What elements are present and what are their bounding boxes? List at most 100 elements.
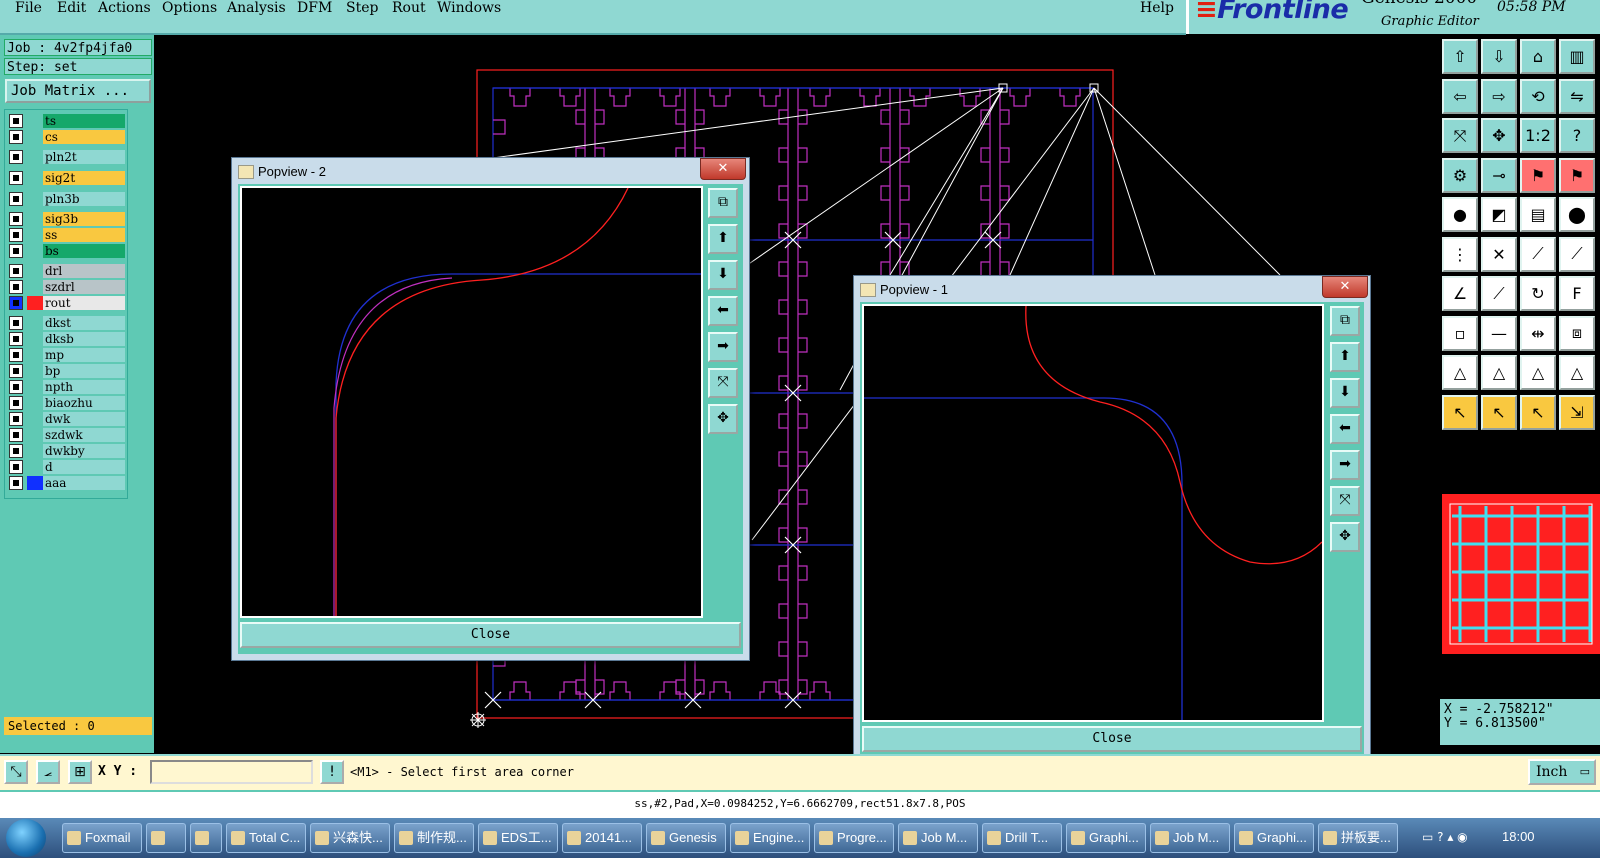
zoom-area-icon[interactable]: ⤡ [4, 760, 28, 784]
menu-edit[interactable]: Edit [57, 0, 86, 16]
layer-color-swatch[interactable] [27, 244, 43, 258]
menu-analysis[interactable]: Analysis [227, 0, 286, 16]
layer-row-sig3b[interactable]: sig3b [9, 212, 125, 226]
snap-icon[interactable]: ⊸ [1481, 157, 1517, 193]
layer-name[interactable]: dksb [43, 332, 125, 346]
layer-checkbox[interactable] [9, 192, 23, 206]
layer-color-swatch[interactable] [27, 380, 43, 394]
grid-icon[interactable]: ⊞ [68, 760, 92, 784]
layer-row-cs[interactable]: cs [9, 130, 125, 144]
help-icon[interactable]: ? [1559, 118, 1595, 153]
dash-icon[interactable]: — [1481, 315, 1517, 351]
layer-name[interactable]: pln2t [43, 150, 125, 164]
popview-2-pan-down-icon[interactable]: ⬇ [708, 260, 738, 290]
popview-1-pan-left-icon[interactable]: ⬅ [1330, 414, 1360, 444]
layer-checkbox[interactable] [9, 228, 23, 242]
layer-name[interactable]: rout [43, 296, 125, 310]
nodes-icon[interactable]: ⋮ [1442, 236, 1478, 272]
layer-row-sig2t[interactable]: sig2t [9, 171, 125, 185]
popview-2-titlebar[interactable]: Popview - 2 [236, 160, 745, 184]
taskbar-item[interactable] [190, 823, 222, 853]
pan-left-icon[interactable]: ⇦ [1442, 78, 1478, 114]
tri-d-icon[interactable]: △ [1559, 355, 1595, 390]
layer-color-swatch[interactable] [27, 476, 43, 490]
popview-1-zoom-icon[interactable]: ⧉ [1330, 306, 1360, 336]
layer-name[interactable]: sig2t [43, 171, 125, 185]
layer-row-ss[interactable]: ss [9, 228, 125, 242]
layer-color-swatch[interactable] [27, 280, 43, 294]
layer-name[interactable]: dkst [43, 316, 125, 330]
pan-down-icon[interactable]: ⇩ [1481, 39, 1517, 74]
layer-checkbox[interactable] [9, 171, 23, 185]
menu-actions[interactable]: Actions [98, 0, 151, 16]
layer-row-szdrl[interactable]: szdrl [9, 280, 125, 294]
layer-checkbox[interactable] [9, 380, 23, 394]
layer-name[interactable]: ss [43, 228, 125, 242]
copy-icon[interactable]: ⧈ [1559, 315, 1595, 351]
layer-checkbox[interactable] [9, 150, 23, 164]
taskbar-item[interactable]: Job M... [1150, 823, 1230, 853]
layer-name[interactable]: pln3b [43, 192, 125, 206]
layer-row-dwk[interactable]: dwk [9, 412, 125, 426]
layer-row-dksb[interactable]: dksb [9, 332, 125, 346]
popview-1-pan-right-icon[interactable]: ➡ [1330, 450, 1360, 480]
layer-color-swatch[interactable] [27, 264, 43, 278]
layer-checkbox[interactable] [9, 428, 23, 442]
layer-row-bs[interactable]: bs [9, 244, 125, 258]
measure-icon[interactable]: ⦟ [36, 760, 60, 784]
small-box-icon[interactable]: ▫ [1442, 315, 1478, 351]
tri-b-icon[interactable]: △ [1481, 355, 1517, 390]
popview-2-pan-right-icon[interactable]: ➡ [708, 332, 738, 362]
layer-row-d[interactable]: d [9, 460, 125, 474]
layer-name[interactable]: mp [43, 348, 125, 362]
layer-row-drl[interactable]: drl [9, 264, 125, 278]
popview-2-center-icon[interactable]: ✥ [708, 404, 738, 434]
layer-name[interactable]: szdrl [43, 280, 125, 294]
layer-checkbox[interactable] [9, 396, 23, 410]
measure-icon[interactable]: ▤ [1520, 197, 1556, 232]
taskbar-item[interactable]: 制作规... [394, 823, 474, 853]
home-icon[interactable]: ⌂ [1520, 39, 1556, 74]
layer-name[interactable]: dwkby [43, 444, 125, 458]
popview-2-pan-up-icon[interactable]: ⬆ [708, 224, 738, 254]
layer-row-rout[interactable]: rout [9, 296, 125, 310]
split-icon[interactable]: ▥ [1559, 39, 1595, 74]
popview-1-pan-down-icon[interactable]: ⬇ [1330, 378, 1360, 408]
layer-checkbox[interactable] [9, 264, 23, 278]
taskbar-item[interactable]: Genesis [646, 823, 726, 853]
layer-checkbox[interactable] [9, 412, 23, 426]
layer-name[interactable]: bp [43, 364, 125, 378]
popview-1-fit-icon[interactable]: ⤧ [1330, 486, 1360, 516]
layer-checkbox[interactable] [9, 476, 23, 490]
taskbar-item[interactable]: 20141... [562, 823, 642, 853]
xy-input[interactable] [150, 760, 313, 784]
pointer-d-icon[interactable]: ⇲ [1559, 394, 1595, 430]
layer-color-swatch[interactable] [27, 412, 43, 426]
layer-row-dkst[interactable]: dkst [9, 316, 125, 330]
highlight-icon[interactable]: ◩ [1481, 197, 1517, 232]
layer-name[interactable]: npth [43, 380, 125, 394]
select-feature-icon[interactable]: ● [1442, 197, 1478, 232]
layer-color-swatch[interactable] [27, 212, 43, 226]
layer-row-npth[interactable]: npth [9, 380, 125, 394]
layer-name[interactable]: bs [43, 244, 125, 258]
layer-name[interactable]: ts [43, 114, 125, 128]
pan-up-icon[interactable]: ⇧ [1442, 39, 1478, 74]
layer-checkbox[interactable] [9, 348, 23, 362]
pointer-c-icon[interactable]: ↖ [1520, 394, 1556, 430]
layer-color-swatch[interactable] [27, 444, 43, 458]
popview-2-close-button[interactable]: Close [240, 622, 741, 648]
tri-c-icon[interactable]: △ [1520, 355, 1556, 390]
pointer-b-icon[interactable]: ↖ [1481, 394, 1517, 430]
taskbar-item[interactable]: Progre... [814, 823, 894, 853]
layer-name[interactable]: sig3b [43, 212, 125, 226]
fill-icon[interactable]: ⬤ [1559, 197, 1595, 232]
layer-row-szdwk[interactable]: szdwk [9, 428, 125, 442]
popview-2-close-x-button[interactable]: ✕ [700, 158, 746, 180]
layer-row-biaozhu[interactable]: biaozhu [9, 396, 125, 410]
menu-windows[interactable]: Windows [437, 0, 501, 16]
layer-checkbox[interactable] [9, 316, 23, 330]
layer-color-swatch[interactable] [27, 192, 43, 206]
layer-checkbox[interactable] [9, 364, 23, 378]
taskbar-item[interactable]: Graphi... [1066, 823, 1146, 853]
